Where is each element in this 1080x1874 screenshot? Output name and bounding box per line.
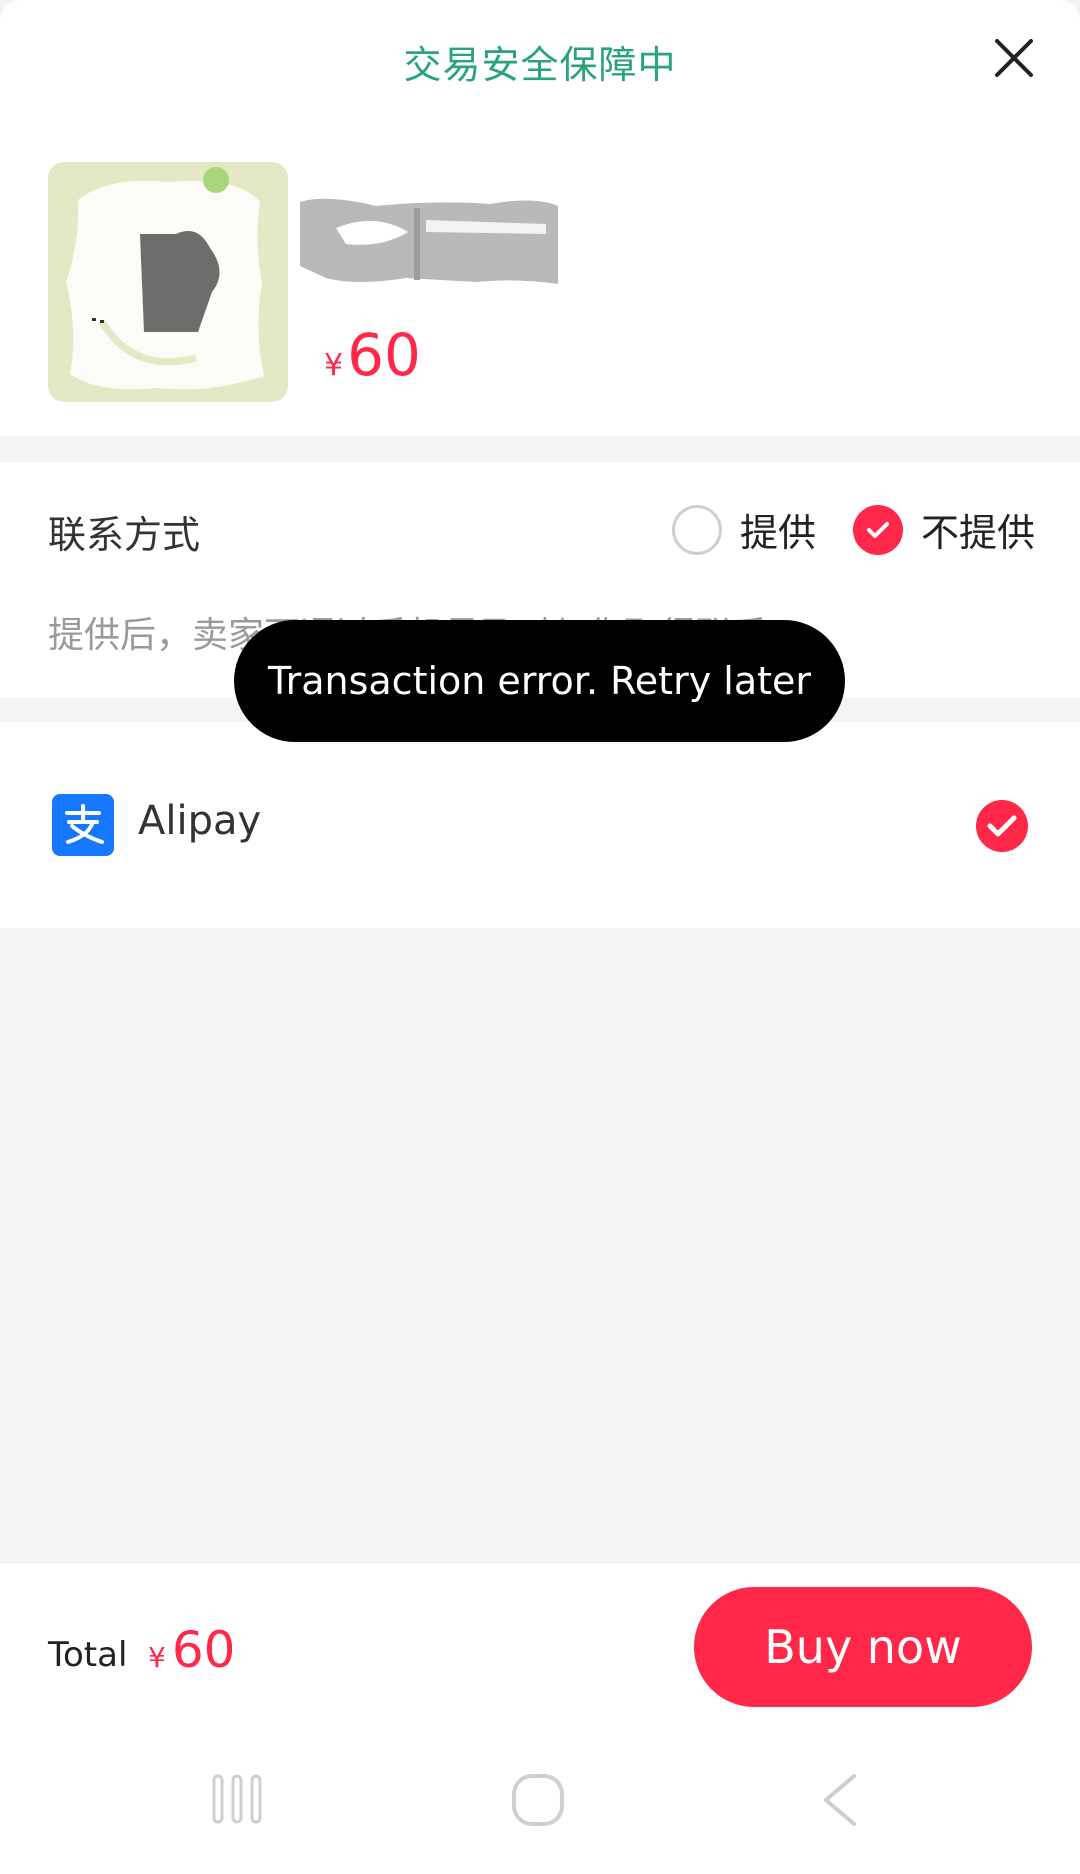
product-price: ¥ 60 <box>324 326 421 384</box>
checkout-sheet: 交易安全保障中 ¥ 60 联系方式 提供 不提供 Alipay Transact… <box>0 0 1080 1874</box>
product-card: ¥ 60 <box>0 120 1080 436</box>
sheet-header: 交易安全保障中 <box>0 0 1080 120</box>
system-navigation-bar <box>0 1722 1080 1874</box>
close-button[interactable] <box>990 34 1038 82</box>
product-thumbnail[interactable] <box>48 162 288 402</box>
error-toast: Transaction error. Retry later <box>234 620 845 742</box>
price-value: 60 <box>347 321 421 389</box>
back-button[interactable] <box>818 1772 864 1832</box>
back-icon <box>824 1774 856 1826</box>
payment-method-label: Alipay <box>138 798 262 844</box>
option-not-provide-label: 不提供 <box>921 511 1036 555</box>
total-currency: ¥ <box>148 1641 166 1674</box>
close-icon <box>995 39 1033 77</box>
total-price: ¥ 60 <box>148 1621 235 1679</box>
total-value: 60 <box>171 1621 236 1679</box>
recent-apps-button[interactable] <box>210 1772 264 1830</box>
total-label: Total <box>48 1635 128 1675</box>
contact-method-label: 联系方式 <box>48 513 201 557</box>
home-button[interactable] <box>510 1772 566 1832</box>
alipay-icon <box>52 794 114 856</box>
option-provide-label: 提供 <box>740 511 817 555</box>
option-not-provide[interactable]: 不提供 <box>853 502 1035 557</box>
home-icon <box>512 1774 564 1826</box>
recent-apps-icon <box>212 1774 262 1824</box>
security-guarantee-title: 交易安全保障中 <box>403 43 677 87</box>
radio-checked-icon <box>853 504 903 555</box>
buy-now-button[interactable]: Buy now <box>694 1587 1032 1707</box>
price-currency: ¥ <box>324 348 344 383</box>
payment-section: Alipay <box>0 722 1080 928</box>
checkout-bar: Total ¥ 60 Buy now <box>0 1562 1080 1722</box>
product-title-redacted <box>296 188 562 288</box>
radio-unchecked-icon <box>672 504 722 555</box>
option-provide[interactable]: 提供 <box>672 502 816 557</box>
payment-selected-check-icon[interactable] <box>976 800 1028 852</box>
